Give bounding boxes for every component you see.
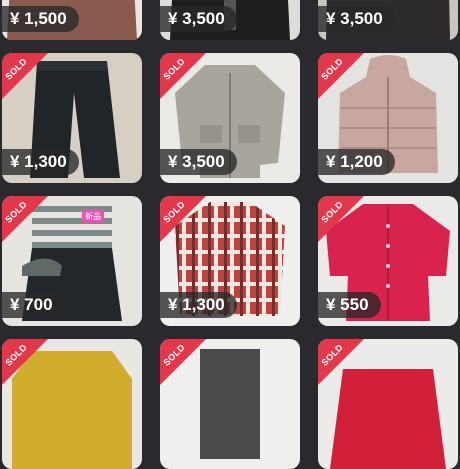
sold-ribbon: SOLD xyxy=(160,339,206,385)
item-card-red-cardigan[interactable]: SOLD ¥ 550 xyxy=(318,196,458,326)
sold-ribbon: SOLD xyxy=(160,53,206,99)
item-card-plaid-shirt[interactable]: SOLD ¥ 1,300 xyxy=(160,196,300,326)
price-label: ¥ 1,500 xyxy=(2,6,79,32)
price-label: ¥ 3,500 xyxy=(160,6,237,32)
price-label: ¥ 3,500 xyxy=(318,6,395,32)
sold-ribbon: SOLD xyxy=(160,196,206,242)
price-label: ¥ 1,300 xyxy=(160,292,237,318)
item-card-red-top[interactable]: SOLD xyxy=(318,339,458,469)
sold-label: SOLD xyxy=(161,342,187,368)
item-card-black-jacket[interactable]: ¥ 3,500 xyxy=(160,0,300,40)
price-label: ¥ 1,300 xyxy=(2,149,79,175)
item-card-gray-jacket[interactable]: SOLD ¥ 3,500 xyxy=(160,53,300,183)
item-card-gray-shorts[interactable]: SOLD xyxy=(160,339,300,469)
price-label: ¥ 550 xyxy=(318,292,381,318)
sold-label: SOLD xyxy=(3,342,29,368)
item-card-dark-coat[interactable]: ¥ 3,500 xyxy=(318,0,458,40)
sold-label: SOLD xyxy=(161,56,187,82)
item-card-yellow-sweater[interactable]: SOLD xyxy=(2,339,142,469)
sold-label: SOLD xyxy=(319,342,345,368)
product-grid: ¥ 1,500 ¥ 3,500 ¥ 3,500 SOLD ¥ 1,300 SOL… xyxy=(0,0,460,469)
sold-ribbon: SOLD xyxy=(318,196,364,242)
item-card-striped-dress[interactable]: SOLD 新品 ¥ 700 xyxy=(2,196,142,326)
sold-ribbon: SOLD xyxy=(2,53,48,99)
price-label: ¥ 700 xyxy=(2,292,65,318)
item-card-black-pants[interactable]: SOLD ¥ 1,300 xyxy=(2,53,142,183)
sold-ribbon: SOLD xyxy=(2,196,48,242)
item-card-pink-down-coat[interactable]: SOLD ¥ 1,200 xyxy=(318,53,458,183)
sold-ribbon: SOLD xyxy=(318,339,364,385)
sold-label: SOLD xyxy=(319,199,345,225)
sold-label: SOLD xyxy=(3,56,29,82)
item-card-brown-top[interactable]: ¥ 1,500 xyxy=(2,0,142,40)
sold-ribbon: SOLD xyxy=(318,53,364,99)
sold-label: SOLD xyxy=(3,199,29,225)
sold-ribbon: SOLD xyxy=(2,339,48,385)
sold-label: SOLD xyxy=(319,56,345,82)
sold-label: SOLD xyxy=(161,199,187,225)
new-badge: 新品 xyxy=(82,210,104,223)
price-label: ¥ 1,200 xyxy=(318,149,395,175)
price-label: ¥ 3,500 xyxy=(160,149,237,175)
